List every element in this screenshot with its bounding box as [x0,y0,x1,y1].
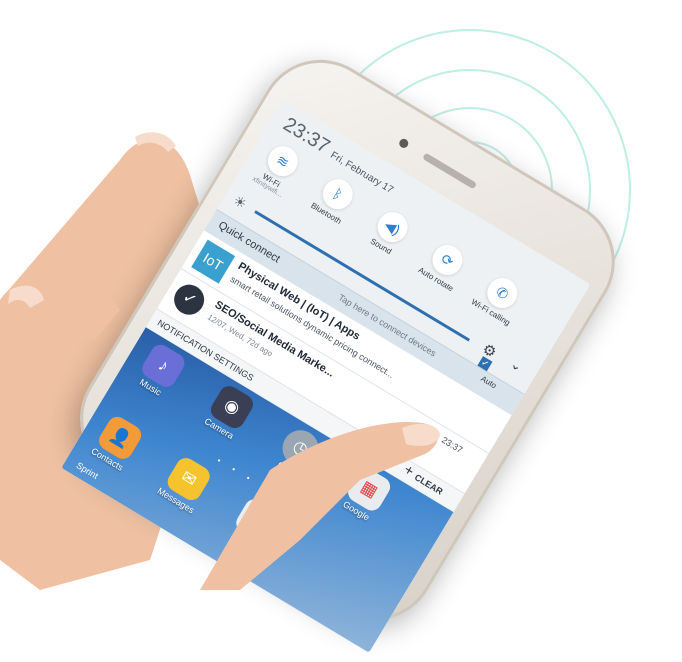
app-messages[interactable]: ✉ Messages [154,452,218,517]
app-apps[interactable]: ⋮⋮ Apps [222,493,286,558]
brightness-icon: ☀ [230,191,250,213]
toggle-bluetooth[interactable]: ᛒ Bluetooth [301,170,364,235]
chevron-down-icon[interactable]: ⌄ [379,449,397,470]
app-contacts[interactable]: 👤 Contacts [85,411,149,476]
toggle-wifi-calling[interactable]: ✆ Wi-Fi calling [466,269,529,334]
carrier-label: Sprint [74,460,100,481]
chevron-down-icon[interactable]: ⌄ [508,356,525,375]
page-indicator: • • • • [215,455,272,495]
notification-time: 23:37 [439,434,465,455]
toggle-auto-rotate[interactable]: ⟳ Auto rotate [411,236,474,301]
iot-app-icon: IoT [191,239,236,284]
check-icon: ✓ [168,279,210,321]
auto-label: Auto [479,374,499,391]
toggle-sound[interactable]: ◀) Sound [356,203,419,268]
toggle-wifi[interactable]: ≋ Wi-Fi xfinitywifi... [247,137,310,202]
